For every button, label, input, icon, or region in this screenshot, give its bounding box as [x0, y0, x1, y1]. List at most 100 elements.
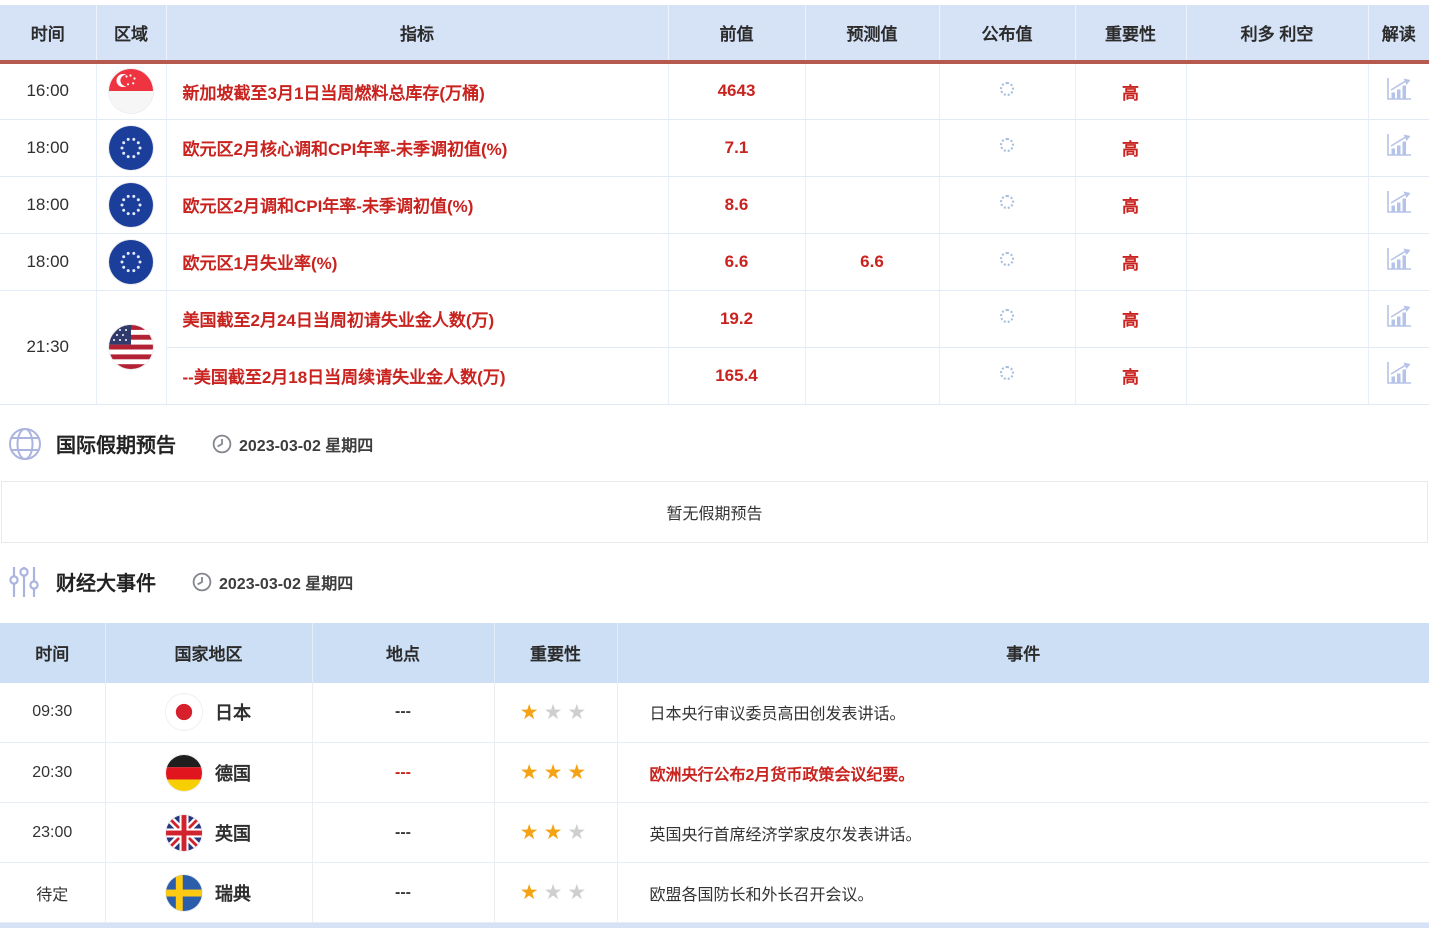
loading-spinner-icon — [1000, 82, 1014, 96]
location-cell: --- — [312, 743, 494, 803]
bias-cell — [1186, 290, 1368, 347]
event-time: 09:30 — [0, 683, 105, 743]
event-description: 英国央行首席经济学家皮尔发表讲话。 — [617, 803, 1429, 863]
importance-value: 高 — [1075, 62, 1186, 119]
chart-interpret-icon[interactable] — [1386, 77, 1412, 101]
importance-value: 高 — [1075, 233, 1186, 290]
location-cell: --- — [312, 803, 494, 863]
importance-value: 高 — [1075, 290, 1186, 347]
clock-icon — [212, 434, 232, 454]
published-value — [939, 233, 1075, 290]
indicator-link[interactable]: --美国截至2月18日当周续请失业金人数(万) — [183, 368, 506, 387]
indicator-cell: 欧元区1月失业率(%) — [166, 233, 668, 290]
indicator-link[interactable]: 欧元区1月失业率(%) — [183, 254, 338, 273]
event-row: 09:30 日本 ---★★★日本央行审议委员高田创发表讲话。 — [0, 683, 1429, 743]
japan-flag-icon — [166, 694, 202, 730]
col-header-interpret: 解读 — [1368, 5, 1429, 62]
indicator-cell: 欧元区2月调和CPI年率-未季调初值(%) — [166, 176, 668, 233]
indicator-link[interactable]: 新加坡截至3月1日当周燃料总库存(万桶) — [183, 84, 485, 103]
interpret-cell — [1368, 119, 1429, 176]
col-header-event: 事件 — [617, 623, 1429, 683]
importance-stars: ★★★ — [494, 743, 617, 803]
region-cell — [96, 290, 166, 404]
previous-value: 8.6 — [668, 176, 805, 233]
indicator-cell: 美国截至2月24日当周初请失业金人数(万) — [166, 290, 668, 347]
published-value — [939, 176, 1075, 233]
star-rating-icon: ★★★ — [520, 701, 591, 724]
bias-cell — [1186, 62, 1368, 119]
chart-interpret-icon[interactable] — [1386, 247, 1412, 271]
col-header-indicator: 指标 — [166, 5, 668, 62]
loading-spinner-icon — [1000, 366, 1014, 380]
event-row: 20:30 德国 ---★★★欧洲央行公布2月货币政策会议纪要。 — [0, 743, 1429, 803]
clock-icon — [192, 572, 212, 592]
us-flag-icon — [109, 325, 153, 369]
event-time: 21:30 — [0, 290, 96, 404]
star-rating-icon: ★★★ — [520, 821, 591, 844]
loading-spinner-icon — [1000, 309, 1014, 323]
region-cell — [96, 233, 166, 290]
indicator-link[interactable]: 欧元区2月核心调和CPI年率-未季调初值(%) — [183, 140, 508, 159]
holiday-section-header: 国际假期预告 2023-03-02 星期四 — [8, 427, 1429, 461]
indicator-link[interactable]: 美国截至2月24日当周初请失业金人数(万) — [183, 311, 495, 330]
region-cell — [96, 62, 166, 119]
events-section-title: 财经大事件 — [56, 567, 156, 596]
interpret-cell — [1368, 62, 1429, 119]
col-header-published: 公布值 — [939, 5, 1075, 62]
calendar-row: 16:00 新加坡截至3月1日当周燃料总库存(万桶)4643高 — [0, 62, 1429, 119]
event-time: 23:00 — [0, 803, 105, 863]
country-name: 德国 — [215, 760, 251, 786]
forecast-value — [805, 176, 939, 233]
published-value — [939, 62, 1075, 119]
indicator-link[interactable]: 欧元区2月调和CPI年率-未季调初值(%) — [183, 197, 474, 216]
holiday-date-text: 2023-03-02 星期四 — [239, 432, 373, 456]
published-value — [939, 347, 1075, 404]
sweden-flag-icon — [166, 875, 202, 911]
country-name: 英国 — [215, 820, 251, 846]
germany-flag-icon — [166, 755, 202, 791]
chart-interpret-icon[interactable] — [1386, 304, 1412, 328]
region-cell — [96, 176, 166, 233]
calendar-row: 18:00 欧元区1月失业率(%)6.66.6高 — [0, 233, 1429, 290]
forecast-value: 6.6 — [805, 233, 939, 290]
loading-spinner-icon — [1000, 195, 1014, 209]
previous-value: 19.2 — [668, 290, 805, 347]
col-header-bias: 利多 利空 — [1186, 5, 1368, 62]
col-header-event-importance: 重要性 — [494, 623, 617, 683]
chart-interpret-icon[interactable] — [1386, 133, 1412, 157]
chart-interpret-icon[interactable] — [1386, 361, 1412, 385]
chart-interpret-icon[interactable] — [1386, 190, 1412, 214]
col-header-location: 地点 — [312, 623, 494, 683]
previous-value: 165.4 — [668, 347, 805, 404]
importance-stars: ★★★ — [494, 803, 617, 863]
importance-value: 高 — [1075, 119, 1186, 176]
calendar-row: 21:30 美国截至2月24日当周初请失业金人数(万)19.2高 — [0, 290, 1429, 347]
bias-cell — [1186, 347, 1368, 404]
country-cell: 日本 — [105, 683, 312, 743]
loading-spinner-icon — [1000, 252, 1014, 266]
country-cell: 德国 — [105, 743, 312, 803]
loading-spinner-icon — [1000, 138, 1014, 152]
published-value — [939, 290, 1075, 347]
bias-cell — [1186, 233, 1368, 290]
star-rating-icon: ★★★ — [520, 881, 591, 904]
importance-value: 高 — [1075, 347, 1186, 404]
event-time: 待定 — [0, 863, 105, 923]
event-row: 23:00 英国 --- ★★★ 英国央行首席经济学家皮尔发表讲话。 — [0, 803, 1429, 863]
star-rating-icon: ★★★ — [520, 761, 591, 784]
event-row: 待定 瑞典 ---★★★欧盟各国防长和外长召开会议。 — [0, 863, 1429, 923]
previous-value: 7.1 — [668, 119, 805, 176]
country-name: 日本 — [215, 699, 251, 725]
economic-calendar-table: 时间 区域 指标 前值 预测值 公布值 重要性 利多 利空 解读 16:00 新… — [0, 5, 1429, 405]
previous-value: 4643 — [668, 62, 805, 119]
holiday-empty-box: 暂无假期预告 — [1, 481, 1428, 543]
interpret-cell — [1368, 347, 1429, 404]
forecast-value — [805, 119, 939, 176]
col-header-region: 区域 — [96, 5, 166, 62]
event-time: 18:00 — [0, 119, 96, 176]
holiday-section-date: 2023-03-02 星期四 — [212, 432, 373, 456]
globe-icon — [8, 427, 42, 461]
economic-table-header-row: 时间 区域 指标 前值 预测值 公布值 重要性 利多 利空 解读 — [0, 5, 1429, 62]
singapore-flag-icon — [109, 69, 153, 113]
indicator-cell: 欧元区2月核心调和CPI年率-未季调初值(%) — [166, 119, 668, 176]
